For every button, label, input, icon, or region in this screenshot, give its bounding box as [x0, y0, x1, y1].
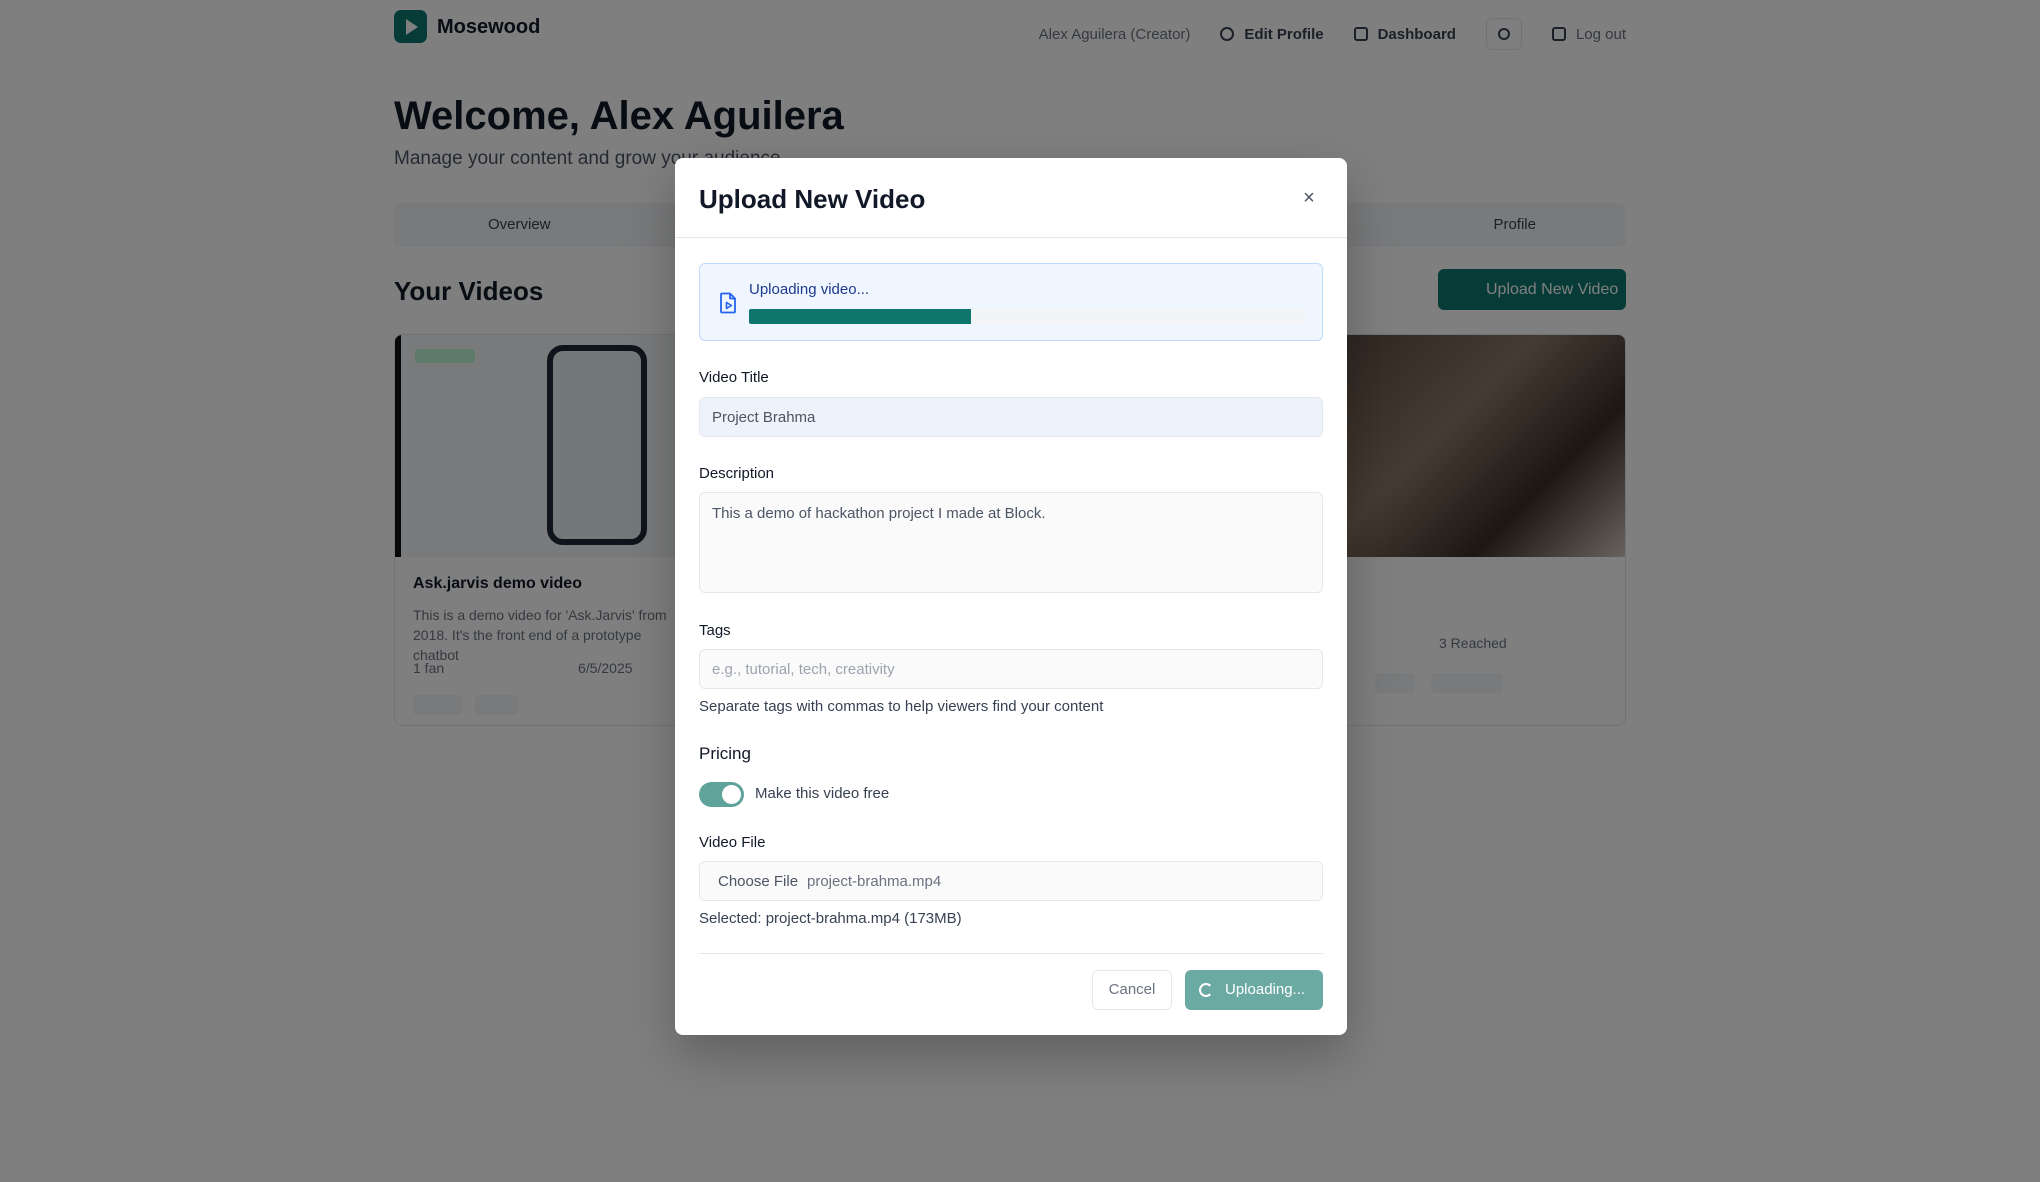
cancel-button[interactable]: Cancel: [1092, 970, 1172, 1010]
modal-header: Upload New Video ×: [675, 158, 1347, 238]
upload-video-modal: Upload New Video × Uploading video... Vi…: [675, 158, 1347, 1035]
tags-label: Tags: [699, 622, 731, 639]
pricing-heading: Pricing: [699, 744, 751, 763]
upload-progress-label: Uploading video...: [749, 281, 870, 298]
video-title-input[interactable]: [699, 397, 1323, 437]
free-video-toggle-label: Make this video free: [755, 785, 890, 802]
free-video-toggle[interactable]: [699, 782, 744, 807]
video-file-label: Video File: [699, 834, 766, 851]
description-textarea[interactable]: This a demo of hackathon project I made …: [699, 492, 1323, 593]
footer-divider: [699, 953, 1323, 954]
description-label: Description: [699, 465, 775, 482]
spinner-icon: [1199, 983, 1213, 997]
video-file-icon: [720, 292, 736, 314]
video-title-label: Video Title: [699, 369, 769, 386]
tags-input[interactable]: [699, 649, 1323, 689]
modal-title: Upload New Video: [699, 184, 926, 214]
upload-submit-button[interactable]: Uploading...: [1185, 970, 1323, 1010]
tags-help-text: Separate tags with commas to help viewer…: [699, 698, 1104, 715]
upload-progress-fill: [749, 309, 972, 324]
upload-progress-panel: Uploading video...: [699, 263, 1323, 341]
upload-submit-label: Uploading...: [1225, 981, 1306, 998]
chosen-file-name: project-brahma.mp4: [807, 873, 942, 890]
choose-file-button[interactable]: Choose File: [718, 873, 798, 890]
toggle-knob: [722, 785, 741, 804]
video-file-input[interactable]: Choose File project-brahma.mp4: [699, 861, 1323, 901]
close-icon[interactable]: ×: [1299, 188, 1319, 208]
upload-progress-bar: [749, 309, 1305, 324]
selected-file-info: Selected: project-brahma.mp4 (173MB): [699, 910, 962, 927]
